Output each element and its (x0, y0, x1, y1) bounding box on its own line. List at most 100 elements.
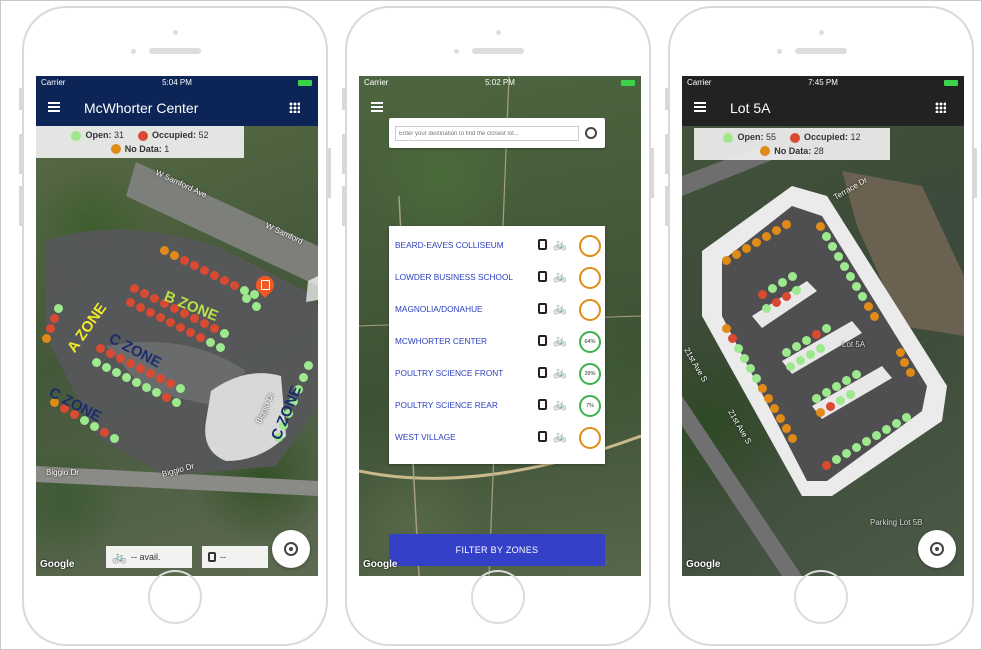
lot-name[interactable]: MAGNOLIA/DONAHUE (395, 304, 483, 314)
bike-availability[interactable]: 🚲 -- avail. (106, 546, 192, 568)
bus-icon (261, 280, 270, 290)
phone-button (651, 148, 654, 198)
clock: 7:45 PM (808, 78, 838, 87)
phone-button (665, 88, 668, 110)
lot-row[interactable]: POULTRY SCIENCE FRONT 🚲 39% (389, 358, 605, 390)
crosshair-icon (930, 542, 944, 556)
home-button[interactable] (471, 570, 525, 624)
home-button[interactable] (148, 570, 202, 624)
phone-button (342, 186, 345, 226)
lot-name[interactable]: POULTRY SCIENCE FRONT (395, 368, 503, 378)
phone-speaker (149, 48, 201, 54)
phone-button (665, 134, 668, 174)
occupied-dot-icon (789, 132, 800, 143)
lot-name[interactable]: POULTRY SCIENCE REAR (395, 400, 498, 410)
my-location-button[interactable] (272, 530, 310, 568)
legend-nodata: No Data: 28 (760, 146, 824, 157)
legend-open: Open: 55 (723, 132, 776, 143)
crosshair-icon[interactable] (585, 127, 597, 139)
bus-icon (538, 335, 547, 346)
bus-icon (208, 552, 216, 562)
bus-icon (538, 303, 547, 314)
status-bar: Carrier 5:02 PM (359, 76, 641, 90)
space-occupied (200, 266, 209, 275)
battery-icon (298, 80, 312, 86)
lot-name[interactable]: LOWDER BUSINESS SCHOOL (395, 272, 513, 282)
clock: 5:04 PM (162, 78, 192, 87)
lot-label: Lot 5A (842, 340, 866, 349)
bike-icon: 🚲 (112, 550, 127, 564)
phone-lot-list: Carrier 5:02 PM BEARD-EAVES COLLISEUM 🚲 … (342, 6, 654, 646)
apps-grid-icon[interactable] (935, 102, 946, 113)
open-dot-icon (723, 132, 734, 143)
availability-indicator (579, 427, 601, 449)
bike-icon: 🚲 (553, 239, 567, 251)
availability-indicator: 39% (579, 363, 601, 385)
availability-indicator (579, 267, 601, 289)
lot-row[interactable]: LOWDER BUSINESS SCHOOL 🚲 (389, 262, 605, 294)
space-occupied (180, 256, 189, 265)
page-title: McWhorter Center (84, 100, 199, 116)
lot-name[interactable]: BEARD-EAVES COLLISEUM (395, 240, 504, 250)
space-occupied (230, 281, 239, 290)
phone-button (342, 88, 345, 110)
occupancy-legend: Open: 31 Occupied: 52 No Data: 1 (36, 126, 244, 159)
bus-icon (538, 399, 547, 410)
lot-name[interactable]: WEST VILLAGE (395, 432, 456, 442)
nodata-dot-icon (760, 146, 771, 157)
legend-open: Open: 31 (71, 130, 124, 141)
occupancy-legend: Open: 55 Occupied: 12 No Data: 28 (694, 128, 890, 161)
road-label: Biggio Dr (46, 468, 79, 477)
hamburger-menu-icon[interactable] (48, 102, 60, 112)
lot-row[interactable]: POULTRY SCIENCE REAR 🚲 7% (389, 390, 605, 422)
filter-by-zones-button[interactable]: FILTER BY ZONES (389, 534, 605, 566)
app-bar: McWhorter Center (36, 90, 318, 126)
lot-row[interactable]: WEST VILLAGE 🚲 (389, 422, 605, 454)
hamburger-menu-icon[interactable] (371, 102, 383, 112)
battery-icon (944, 80, 958, 86)
phone-button (328, 148, 331, 198)
my-location-button[interactable] (918, 530, 956, 568)
space-occupied (220, 276, 229, 285)
phone-mcwhorter: A ZONE B ZONE C ZONE C ZONE C ZONE W Sam… (19, 6, 331, 646)
bus-icon (538, 239, 547, 250)
lot-list: BEARD-EAVES COLLISEUM 🚲 LOWDER BUSINESS … (389, 226, 605, 464)
status-bar: Carrier 7:45 PM (682, 76, 964, 90)
bike-avail-label: -- avail. (130, 552, 161, 562)
status-bar: Carrier 5:04 PM (36, 76, 318, 90)
bus-icon (538, 431, 547, 442)
bike-icon: 🚲 (553, 367, 567, 379)
home-button[interactable] (794, 570, 848, 624)
phone-button (19, 88, 22, 110)
google-logo: Google (686, 559, 721, 570)
space-nodata (160, 246, 169, 255)
space-occupied (210, 271, 219, 280)
phone-camera (454, 49, 459, 54)
clock: 5:02 PM (485, 78, 515, 87)
page-title: Lot 5A (730, 100, 771, 116)
lot-row[interactable]: BEARD-EAVES COLLISEUM 🚲 (389, 230, 605, 262)
hamburger-menu-icon[interactable] (694, 102, 706, 112)
availability-indicator: 7% (579, 395, 601, 417)
phone-speaker (472, 48, 524, 54)
screen-mcwhorter: A ZONE B ZONE C ZONE C ZONE C ZONE W Sam… (36, 76, 318, 576)
bike-icon: 🚲 (553, 335, 567, 347)
google-logo: Google (40, 559, 75, 570)
google-logo: Google (363, 559, 398, 570)
apps-grid-icon[interactable] (289, 102, 300, 113)
phone-button (19, 134, 22, 174)
availability-indicator (579, 235, 601, 257)
lot-name[interactable]: MCWHORTER CENTER (395, 336, 487, 346)
bus-availability[interactable]: -- (202, 546, 268, 568)
bus-avail-label: -- (220, 552, 226, 562)
space-nodata (170, 251, 179, 260)
lot-row[interactable]: MCWHORTER CENTER 🚲 64% (389, 326, 605, 358)
screen-lot-list: Carrier 5:02 PM BEARD-EAVES COLLISEUM 🚲 … (359, 76, 641, 576)
bus-icon (538, 367, 547, 378)
lot-row[interactable]: MAGNOLIA/DONAHUE 🚲 (389, 294, 605, 326)
phone-sensor (496, 30, 501, 35)
destination-search (389, 118, 605, 148)
space-occupied (190, 261, 199, 270)
search-input[interactable] (395, 126, 579, 141)
legend-occupied: Occupied: 12 (789, 132, 861, 143)
